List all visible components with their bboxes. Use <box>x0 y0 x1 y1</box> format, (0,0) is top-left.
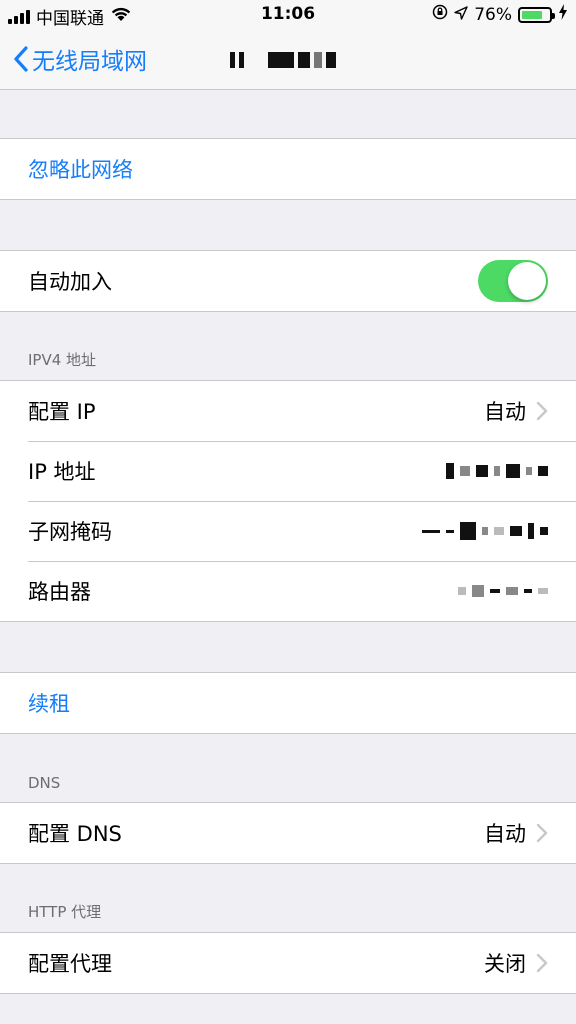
back-button-label: 无线局域网 <box>32 49 147 75</box>
configure-dns-row[interactable]: 配置 DNS 自动 <box>0 803 576 863</box>
configure-ip-value: 自动 <box>484 400 526 424</box>
configure-proxy-label: 配置代理 <box>28 952 112 976</box>
chevron-right-icon <box>536 401 548 421</box>
configure-proxy-value-container: 关闭 <box>484 948 548 978</box>
auto-join-row: 自动加入 <box>0 251 576 311</box>
auto-join-toggle[interactable] <box>478 260 548 302</box>
back-button[interactable]: 无线局域网 <box>14 42 147 76</box>
chevron-right-icon <box>536 823 548 843</box>
redacted-subnet-mask <box>422 522 548 540</box>
renew-lease-group: 续租 <box>0 672 576 734</box>
http-proxy-section-header: HTTP 代理 <box>28 903 102 921</box>
dns-group: 配置 DNS 自动 <box>0 802 576 864</box>
configure-ip-row[interactable]: 配置 IP 自动 <box>0 381 576 441</box>
ip-address-row: IP 地址 <box>0 441 576 501</box>
auto-join-label: 自动加入 <box>28 270 112 294</box>
configure-proxy-row[interactable]: 配置代理 关闭 <box>0 933 576 993</box>
charging-icon <box>558 4 568 25</box>
dns-section-header: DNS <box>28 774 61 792</box>
renew-lease-label: 续租 <box>28 692 70 716</box>
battery-icon <box>518 6 555 23</box>
ip-address-label: IP 地址 <box>28 460 96 484</box>
subnet-mask-row: 子网掩码 <box>0 501 576 561</box>
forget-network-button[interactable]: 忽略此网络 <box>0 139 576 199</box>
status-bar: 中国联通 11:06 76% <box>0 0 576 30</box>
toggle-knob <box>508 262 546 300</box>
ipv4-group: 配置 IP 自动 IP 地址 子网掩码 路由器 <box>0 380 576 622</box>
configure-ip-value-container: 自动 <box>484 396 548 426</box>
forget-network-group: 忽略此网络 <box>0 138 576 200</box>
location-icon <box>454 5 468 25</box>
redacted-ip-address <box>446 463 548 479</box>
configure-dns-value: 自动 <box>484 822 526 846</box>
chevron-left-icon <box>14 46 28 72</box>
ipv4-section-header: IPV4 地址 <box>28 351 97 369</box>
configure-dns-value-container: 自动 <box>484 818 548 848</box>
settings-content: 忽略此网络 自动加入 IPV4 地址 配置 IP 自动 IP 地址 子网掩码 路… <box>0 90 576 994</box>
configure-proxy-value: 关闭 <box>484 952 526 976</box>
redacted-network-name <box>230 52 336 68</box>
orientation-lock-icon <box>432 4 448 25</box>
configure-dns-label: 配置 DNS <box>28 822 122 846</box>
forget-network-label: 忽略此网络 <box>28 158 133 182</box>
router-label: 路由器 <box>28 580 91 604</box>
chevron-right-icon <box>536 953 548 973</box>
auto-join-group: 自动加入 <box>0 250 576 312</box>
subnet-mask-label: 子网掩码 <box>28 520 112 544</box>
battery-fill <box>522 10 542 19</box>
http-proxy-group: 配置代理 关闭 <box>0 932 576 994</box>
configure-ip-label: 配置 IP <box>28 400 96 424</box>
navigation-bar: 无线局域网 <box>0 30 576 90</box>
battery-percent: 76% <box>474 4 512 25</box>
redacted-router-address <box>458 585 548 597</box>
status-bar-right: 76% <box>432 4 568 25</box>
renew-lease-button[interactable]: 续租 <box>0 673 576 733</box>
router-row: 路由器 <box>0 561 576 621</box>
